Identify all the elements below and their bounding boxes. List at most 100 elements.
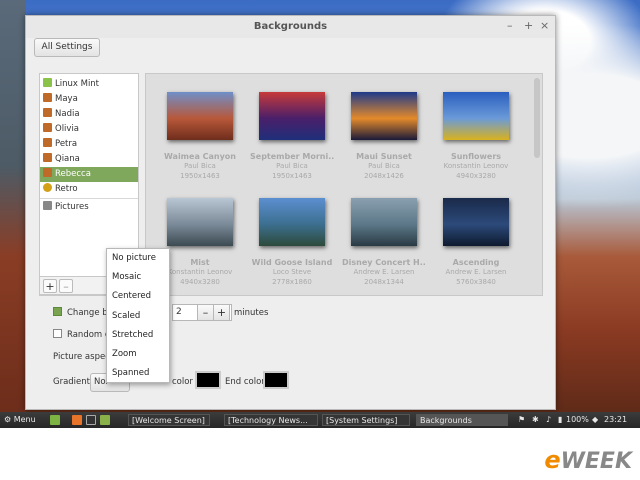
taskbar-window-technology-news[interactable]: [Technology News... bbox=[224, 414, 318, 426]
wallpaper-thumbnail[interactable]: Wild Goose Island Loco Steve 2778x1860 bbox=[250, 198, 334, 287]
wallpaper-author: Andrew E. Larsen bbox=[353, 268, 415, 276]
aspect-option-spanned[interactable]: Spanned bbox=[107, 364, 169, 383]
interval-value[interactable]: 2 bbox=[176, 307, 182, 317]
interval-increase-button[interactable]: + bbox=[213, 304, 230, 321]
end-color-swatch[interactable] bbox=[263, 371, 289, 389]
wallpaper-preview[interactable] bbox=[443, 92, 509, 140]
interval-decrease-button[interactable]: – bbox=[197, 304, 214, 321]
close-button[interactable]: × bbox=[540, 19, 549, 32]
network-icon[interactable]: ⚑ bbox=[518, 414, 525, 426]
wallpaper-thumbnail[interactable]: Mist Konstantin Leonov 4940x3280 bbox=[158, 198, 242, 287]
sidebar-item-petra[interactable]: Petra bbox=[40, 137, 138, 152]
wallpaper-resolution: 2778x1860 bbox=[272, 278, 312, 286]
image-folder-icon bbox=[43, 168, 52, 177]
wallpaper-preview[interactable] bbox=[259, 92, 325, 140]
taskbar-window-welcome[interactable]: [Welcome Screen] bbox=[128, 414, 210, 426]
files-launcher-icon[interactable] bbox=[50, 415, 60, 425]
change-background-checkbox[interactable] bbox=[53, 307, 62, 316]
taskbar-window-system-settings[interactable]: [System Settings] bbox=[322, 414, 410, 426]
battery-icon[interactable]: ▮ bbox=[558, 414, 562, 426]
wallpaper-preview[interactable] bbox=[259, 198, 325, 246]
wallpaper-resolution: 4940x3280 bbox=[180, 278, 220, 286]
minimize-button[interactable]: – bbox=[507, 19, 513, 32]
wallpaper-author: Paul Bica bbox=[184, 162, 216, 170]
eweek-watermark: eWEEK bbox=[544, 446, 632, 474]
wallpaper-thumbnail[interactable]: Waimea Canyon Paul Bica 1950x1463 bbox=[158, 92, 242, 181]
start-color-swatch[interactable] bbox=[195, 371, 221, 389]
change-background-row[interactable]: Change ba bbox=[53, 307, 113, 318]
sidebar-item-pictures[interactable]: Pictures bbox=[40, 200, 138, 215]
gallery-scrollbar[interactable] bbox=[534, 78, 540, 158]
wallpaper-resolution: 5760x3840 bbox=[456, 278, 496, 286]
wallpaper-thumbnail[interactable]: Ascending Andrew E. Larsen 5760x3840 bbox=[434, 198, 518, 287]
random-order-checkbox[interactable] bbox=[53, 329, 62, 338]
taskbar: ⚙ Menu [Welcome Screen] [Technology News… bbox=[0, 412, 640, 428]
sidebar-item-rebecca[interactable]: Rebecca bbox=[40, 167, 138, 182]
wallpaper-resolution: 1950x1463 bbox=[272, 172, 312, 180]
wallpaper-name: Waimea Canyon bbox=[164, 152, 236, 161]
wallpaper-resolution: 1950x1463 bbox=[180, 172, 220, 180]
wallpaper-preview[interactable] bbox=[351, 92, 417, 140]
random-order-row[interactable]: Random or bbox=[53, 329, 114, 340]
gear-icon: ⚙ bbox=[4, 415, 12, 424]
maximize-button[interactable]: + bbox=[524, 19, 533, 32]
picture-aspect-label: Picture aspect bbox=[53, 352, 114, 362]
wallpaper-thumbnail[interactable]: Maui Sunset Paul Bica 2048x1426 bbox=[342, 92, 426, 181]
wallpaper-thumbnail[interactable]: Sunflowers Konstantin Leonov 4940x3280 bbox=[434, 92, 518, 181]
wallpaper-author: Loco Steve bbox=[272, 268, 312, 276]
update-shield-icon[interactable]: ◆ bbox=[592, 414, 598, 426]
wallpaper-edge bbox=[0, 0, 26, 414]
picture-aspect-menu: No picture Mosaic Centered Scaled Stretched Z… bbox=[106, 248, 170, 383]
image-folder-icon bbox=[43, 123, 52, 132]
image-folder-icon bbox=[43, 138, 52, 147]
battery-percent: 100% bbox=[566, 415, 589, 424]
aspect-option-centered[interactable]: Centered bbox=[107, 287, 169, 306]
title-bar[interactable]: Backgrounds – + × bbox=[26, 16, 555, 38]
wallpaper-preview[interactable] bbox=[351, 198, 417, 246]
clock[interactable]: 23:21 bbox=[604, 414, 627, 426]
sidebar-item-qiana[interactable]: Qiana bbox=[40, 152, 138, 167]
wallpaper-name: Ascending bbox=[452, 258, 500, 267]
aspect-option-zoom[interactable]: Zoom bbox=[107, 345, 169, 364]
pictures-folder-icon bbox=[43, 201, 52, 210]
gradient-label: Gradient bbox=[53, 377, 90, 387]
sidebar-item-olivia[interactable]: Olivia bbox=[40, 122, 138, 137]
aspect-option-stretched[interactable]: Stretched bbox=[107, 326, 169, 345]
folder-launcher-icon[interactable] bbox=[100, 415, 110, 425]
bluetooth-icon[interactable]: ✱ bbox=[532, 414, 539, 426]
volume-icon[interactable]: ♪ bbox=[546, 414, 551, 426]
minutes-label: minutes bbox=[234, 308, 269, 318]
wallpaper-author: Andrew E. Larsen bbox=[445, 268, 507, 276]
firefox-launcher-icon[interactable] bbox=[72, 415, 82, 425]
aspect-option-mosaic[interactable]: Mosaic bbox=[107, 268, 169, 287]
start-color-label: color bbox=[172, 377, 193, 387]
interval-stepper[interactable]: 2 – + bbox=[172, 304, 232, 321]
sidebar-divider bbox=[40, 198, 138, 199]
aspect-option-no-picture[interactable]: No picture bbox=[107, 249, 169, 268]
toolbar: All Settings bbox=[26, 38, 555, 68]
wallpaper-resolution: 2048x1426 bbox=[364, 172, 404, 180]
wallpaper-preview[interactable] bbox=[167, 92, 233, 140]
wallpaper-preview[interactable] bbox=[167, 198, 233, 246]
wallpaper-name: September Morni... bbox=[250, 152, 334, 161]
sidebar-item-linux-mint[interactable]: Linux Mint bbox=[40, 77, 138, 92]
all-settings-button[interactable]: All Settings bbox=[34, 38, 100, 57]
wallpaper-name: Sunflowers bbox=[450, 152, 502, 161]
sidebar-item-nadia[interactable]: Nadia bbox=[40, 107, 138, 122]
terminal-launcher-icon[interactable] bbox=[86, 415, 96, 425]
remove-folder-button[interactable]: – bbox=[59, 279, 73, 293]
wallpaper-author: Paul Bica bbox=[368, 162, 400, 170]
wallpaper-author: Konstantin Leonov bbox=[443, 162, 509, 170]
wallpaper-name: Maui Sunset bbox=[356, 152, 412, 161]
aspect-option-scaled[interactable]: Scaled bbox=[107, 307, 169, 326]
menu-button[interactable]: ⚙ Menu bbox=[4, 414, 36, 426]
end-color-label: End color bbox=[225, 377, 265, 387]
add-folder-button[interactable]: + bbox=[43, 279, 57, 293]
wallpaper-thumbnail[interactable]: September Morni... Paul Bica 1950x1463 bbox=[250, 92, 334, 181]
wallpaper-author: Konstantin Leonov bbox=[167, 268, 233, 276]
taskbar-window-backgrounds[interactable]: Backgrounds bbox=[416, 414, 508, 426]
sidebar-item-retro[interactable]: Retro bbox=[40, 182, 138, 197]
wallpaper-thumbnail[interactable]: Disney Concert H... Andrew E. Larsen 2048x… bbox=[342, 198, 426, 287]
sidebar-item-maya[interactable]: Maya bbox=[40, 92, 138, 107]
wallpaper-preview[interactable] bbox=[443, 198, 509, 246]
